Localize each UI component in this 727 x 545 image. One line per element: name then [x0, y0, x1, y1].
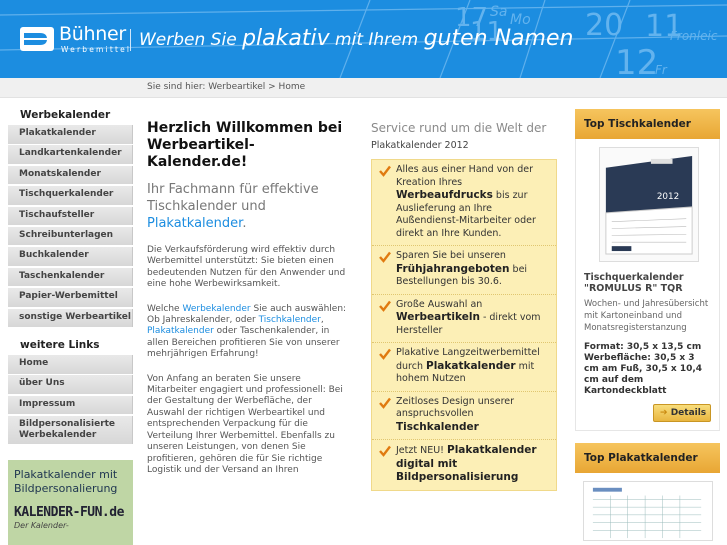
sidebar-item-ueber-uns[interactable]: über Uns	[8, 375, 133, 394]
sidebar-item-taschenkalender[interactable]: Taschenkalender	[8, 267, 133, 287]
poster-calendar-image[interactable]	[583, 481, 713, 541]
link-werbekalender[interactable]: Werbekalender	[182, 304, 250, 314]
subtitle-link[interactable]: Plakatkalender	[147, 216, 242, 231]
list-item: Zeitloses Design unserer anspruchsvollen…	[372, 392, 556, 440]
service-title: Service rund um die Welt der	[371, 121, 547, 135]
link-tischkalender[interactable]: Tischkalender	[259, 315, 321, 325]
right-column: Top Tischkalender 2012 Tischquerkalender…	[575, 109, 720, 545]
product-description: Wochen- und Jahresübersicht mit Kartonei…	[584, 299, 709, 333]
sidebar-item-landkartenkalender[interactable]: Landkartenkalender	[8, 145, 133, 164]
list-item: Plakative Langzeitwerbemittel durch Plak…	[372, 343, 556, 392]
breadcrumb[interactable]: Sie sind hier: Werbeartikel > Home	[147, 82, 305, 92]
service-section: Service rund um die Welt der Plakatkalen…	[371, 121, 557, 491]
text: Welche	[147, 303, 183, 314]
arrow-right-icon: ➔	[660, 408, 668, 418]
details-button[interactable]: ➔ Details	[653, 404, 711, 422]
sidebar-item-bildpersonalisierte[interactable]: Bildpersonalisierte Werbekalender	[8, 416, 133, 445]
sidebar-item-monatskalender[interactable]: Monatskalender	[8, 165, 133, 185]
sidebar-item-buchkalender[interactable]: Buchkalender	[8, 247, 133, 266]
sidebar-heading: Werbekalender	[20, 109, 111, 121]
page-subtitle: Ihr Fachmann für effektive Tischkalender…	[147, 181, 347, 232]
box-title: Top Tischkalender	[575, 109, 720, 139]
item-text: Alles aus einer Hand von der Kreation Ih…	[396, 164, 533, 188]
list-item: Sparen Sie bei unseren Frühjahrangeboten…	[372, 246, 556, 295]
item-text: Sparen Sie bei unseren	[396, 250, 506, 261]
list-item: Alles aus einer Hand von der Kreation Ih…	[372, 160, 556, 246]
checkmark-icon	[379, 300, 391, 312]
calendar-number: 12	[615, 43, 658, 78]
checkmark-icon	[379, 397, 391, 409]
spec-area: Werbefläche: 30,5 x 3 cm am Fuß, 30,5 x …	[584, 353, 703, 396]
item-bold: Werbeartikeln	[396, 311, 480, 323]
promo-banner[interactable]: Plakatkalender mit Bildpersonalierung KA…	[8, 460, 133, 545]
sidebar-item-schreibunterlagen[interactable]: Schreibunterlagen	[8, 226, 133, 246]
sidebar-item-plakatkalender[interactable]: Plakatkalender	[8, 125, 133, 144]
item-text: Große Auswahl an	[396, 298, 483, 310]
product-image[interactable]: 2012	[599, 147, 699, 262]
list-item: Große Auswahl an Werbeartikeln - direkt …	[372, 295, 556, 343]
calendar-paragraph: Welche Werbekalender Sie auch auswählen:…	[147, 304, 347, 361]
sidebar-item-home[interactable]: Home	[8, 355, 133, 374]
calendar-number: 20	[585, 8, 623, 43]
slogan-part: guten Namen	[423, 26, 574, 51]
image-year: 2012	[657, 192, 679, 202]
site-header: 17 Sa 11 Mo 20 11 Fronleic 12 Fr Bühner …	[0, 0, 727, 78]
brand-subtitle: Werbemittel	[61, 45, 132, 54]
link-plakatkalender[interactable]: Plakatkalender	[147, 326, 214, 336]
subtitle-end: .	[242, 216, 247, 231]
main-content: Herzlich Willkommen bei Werbeartikel-Kal…	[147, 120, 347, 476]
checkmark-icon	[379, 445, 391, 457]
item-text: Zeitloses Design unserer anspruchsvollen	[396, 395, 515, 420]
promo-logo: KALENDER-FUN.de	[14, 505, 124, 520]
sidebar-heading: weitere Links	[20, 339, 100, 352]
promo-title: Plakatkalender mit Bildpersonalierung	[14, 468, 118, 495]
sidebar: Werbekalender Plakatkalender Landkartenk…	[8, 106, 133, 446]
intro-paragraph: Die Verkaufsförderung wird effektiv durc…	[147, 245, 346, 290]
brand-name[interactable]: Bühner	[59, 23, 126, 45]
product-specs: Format: 30,5 x 13,5 cm Werbefläche: 30,5 …	[584, 342, 711, 397]
text: ,	[320, 315, 324, 326]
checkmark-icon	[379, 251, 391, 263]
slogan-part: Werben Sie	[139, 30, 237, 50]
slogan-part: plakativ	[242, 26, 330, 51]
logo-icon[interactable]	[20, 27, 54, 51]
checkmark-icon	[379, 165, 391, 177]
item-text: Jetzt NEU!	[396, 445, 447, 456]
page-title: Herzlich Willkommen bei Werbeartikel-Kal…	[147, 120, 343, 170]
sidebar-item-impressum[interactable]: Impressum	[8, 395, 133, 415]
details-label: Details	[670, 408, 707, 418]
product-box: 2012 Tischquerkalender "ROMULUS R" TQR Wo…	[575, 139, 720, 431]
promo-subtext: Der Kalender-	[14, 521, 69, 530]
sidebar-item-papier-werbemittel[interactable]: Papier-Werbemittel	[8, 288, 133, 307]
sidebar-item-tischquerkalender[interactable]: Tischquerkalender	[8, 186, 133, 205]
slogan-part: mit Ihrem	[335, 30, 419, 50]
list-item: Jetzt NEU! Plakatkalender digital mit Bi…	[372, 440, 556, 490]
spec-format: Format: 30,5 x 13,5 cm	[584, 342, 702, 352]
slogan: Werben Sie plakativ mit Ihrem guten Name…	[139, 26, 573, 51]
checkmark-icon	[379, 348, 391, 360]
item-bold: Werbeaufdrucks	[396, 189, 493, 201]
box-title: Top Plakatkalender	[575, 443, 720, 473]
consulting-paragraph: Von Anfang an beraten Sie unsere Mitarbe…	[147, 373, 343, 475]
product-model: "ROMULUS R" TQR	[584, 283, 683, 294]
service-subtitle: Plakatkalender 2012	[371, 140, 469, 151]
item-bold: Plakatkalender	[426, 359, 516, 372]
item-bold: Frühjahrangeboten	[396, 262, 510, 275]
product-name: Tischquerkalender	[584, 272, 684, 283]
breadcrumb-bar: Sie sind hier: Werbeartikel > Home	[0, 78, 727, 98]
box2: Top Plakatkalender	[575, 443, 720, 545]
header-divider	[130, 29, 131, 51]
subtitle-text: Ihr Fachmann für effektive Tischkalender…	[147, 182, 319, 214]
calendar-number: Fronleic	[670, 29, 718, 43]
product-title[interactable]: Tischquerkalender "ROMULUS R" TQR	[584, 272, 711, 294]
service-list: Alles aus einer Hand von der Kreation Ih…	[371, 159, 557, 491]
sidebar-item-sonstige[interactable]: sonstige Werbeartikel	[8, 308, 133, 328]
calendar-number: Fr	[655, 63, 668, 77]
item-bold: Tischkalender	[396, 420, 479, 433]
sidebar-item-tischaufsteller[interactable]: Tischaufsteller	[8, 206, 133, 226]
